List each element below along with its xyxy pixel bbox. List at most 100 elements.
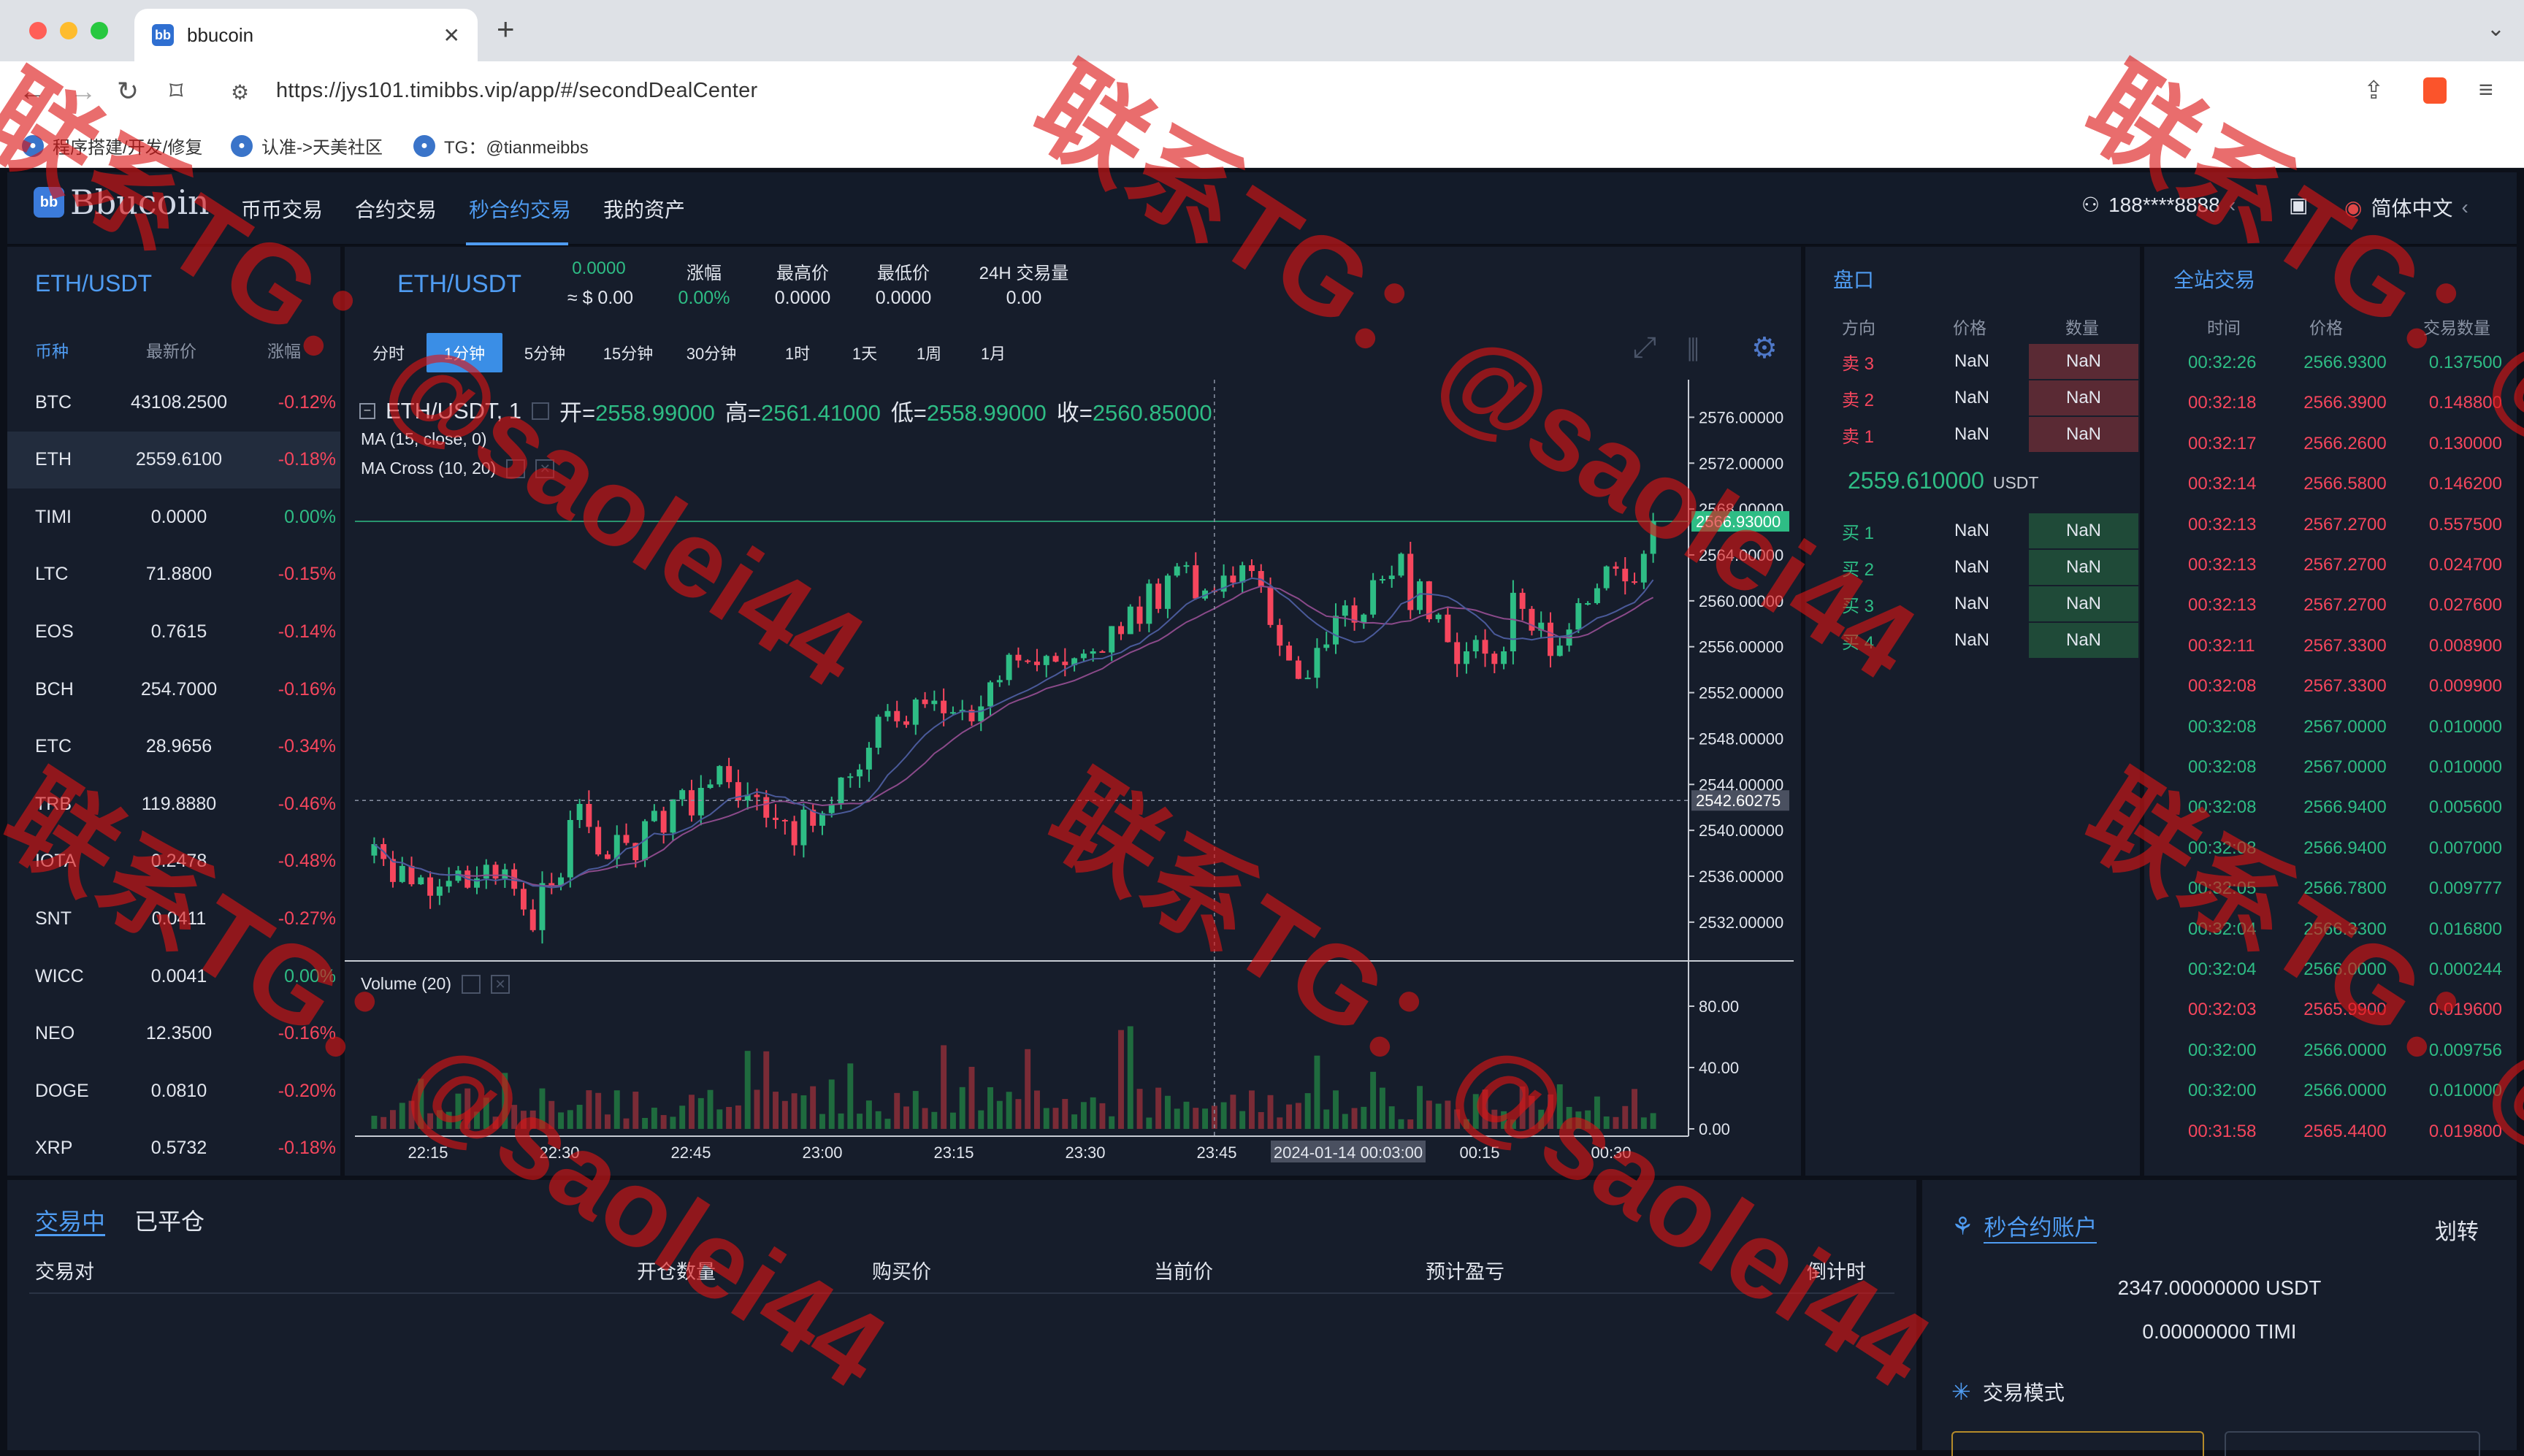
trade-time: 00:32:13 (2188, 514, 2257, 534)
market-row[interactable]: DOGE 0.0810 -0.20% (7, 1062, 340, 1119)
ask-row[interactable]: 卖 1 NaN NaN (1805, 416, 2140, 453)
tab-close-icon[interactable]: ✕ (443, 23, 460, 47)
volume-bar (651, 1107, 657, 1129)
time-tick-label: 23:30 (1065, 1143, 1105, 1162)
candle-body (1463, 651, 1469, 664)
user-menu[interactable]: ⚇ 188****8888 ‹ (2081, 193, 2236, 217)
ma-cross-remove-icon[interactable]: ✕ (535, 459, 555, 478)
fullscreen-icon[interactable]: ⤢ (1633, 332, 1656, 364)
stat-value: 0.00 (1006, 288, 1042, 308)
candlestick-chart[interactable]: 2576.000002572.000002568.000002564.00000… (345, 380, 1801, 1176)
window-maximize-button[interactable] (91, 22, 108, 39)
nav-my-assets[interactable]: 我的资产 (603, 194, 685, 223)
mode-option-left[interactable] (1951, 1431, 2204, 1456)
market-row[interactable]: NEO 12.3500 -0.16% (7, 1005, 340, 1062)
last-price-usd: ≈ $ 0.00 (567, 288, 634, 308)
market-row[interactable]: TRB 119.8880 -0.46% (7, 775, 340, 832)
bookmark-item[interactable]: ● TG：@tianmeibbs (413, 133, 589, 158)
market-row[interactable]: BTC 43108.2500 -0.12% (7, 374, 340, 431)
tab-closed[interactable]: 已平仓 (134, 1203, 204, 1237)
collapse-legend-icon[interactable]: – (359, 402, 375, 419)
bid-row[interactable]: 买 3 NaN NaN (1805, 586, 2140, 622)
volume-bar (959, 1087, 965, 1129)
volume-bar (735, 1105, 741, 1129)
candle-body (1556, 645, 1563, 656)
nav-second-contract[interactable]: 秒合约交易 (469, 194, 571, 223)
market-row[interactable]: ETH 2559.6100 -0.18% (7, 431, 340, 488)
market-row[interactable]: BCH 254.7000 -0.16% (7, 661, 340, 718)
volume-bar (1398, 1119, 1404, 1129)
window-minimize-button[interactable] (60, 22, 77, 39)
volume-bar (1417, 1086, 1423, 1129)
back-icon[interactable]: ← (19, 76, 45, 107)
language-menu[interactable]: ◉ 简体中文 ‹ (2344, 193, 2468, 222)
new-tab-button[interactable]: + (497, 12, 515, 47)
share-icon[interactable]: ⇪ (2363, 76, 2385, 105)
ob-side: 买 2 (1842, 559, 1875, 580)
market-row[interactable]: WICC 0.0041 0.00% (7, 948, 340, 1005)
timeframe-7[interactable]: 1周 (904, 333, 954, 372)
volume-bar (1585, 1110, 1591, 1129)
nav-contract-trading[interactable]: 合约交易 (355, 194, 437, 223)
globe-icon: ◉ (2344, 196, 2363, 219)
ask-row[interactable]: 卖 3 NaN NaN (1805, 343, 2140, 380)
order-book-title: 盘口 (1833, 269, 1875, 291)
market-row[interactable]: ETC 28.9656 -0.34% (7, 719, 340, 775)
volume-remove-icon[interactable]: ✕ (491, 974, 510, 994)
timeframe-2[interactable]: 5分钟 (514, 333, 575, 372)
window-close-button[interactable] (29, 22, 47, 39)
market-row[interactable]: TIMI 0.0000 0.00% (7, 488, 340, 545)
volume-bar (1640, 1117, 1647, 1129)
browser-tab[interactable]: bb bbucoin ✕ (134, 9, 478, 61)
bid-row[interactable]: 买 1 NaN NaN (1805, 513, 2140, 549)
trade-time: 00:32:14 (2188, 474, 2257, 494)
legend-settings-icon[interactable] (532, 402, 550, 420)
brave-shield-icon[interactable] (2423, 77, 2447, 104)
volume-bar (1118, 1030, 1124, 1129)
menu-icon[interactable]: ≡ (2479, 76, 2493, 104)
app-logo[interactable]: bb Bbucoin (34, 183, 210, 222)
timeframe-3[interactable]: 15分钟 (593, 333, 663, 372)
timeframe-8[interactable]: 1月 (967, 333, 1020, 372)
nav-spot-trading[interactable]: 币币交易 (241, 194, 323, 223)
indicator-icon[interactable]: ⫼ (1687, 334, 1699, 366)
mode-option-right[interactable] (2225, 1431, 2480, 1456)
address-bar[interactable]: https://jys101.timibbs.vip/app/#/secondD… (276, 79, 758, 103)
market-row[interactable]: EOS 0.7615 -0.14% (7, 603, 340, 660)
trade-time: 00:32:04 (2188, 919, 2257, 939)
ask-row[interactable]: 卖 2 NaN NaN (1805, 380, 2140, 416)
timeframe-5[interactable]: 1时 (770, 333, 825, 372)
price-tick-label: 2532.00000 (1699, 913, 1783, 932)
market-row[interactable]: SNT 0.0411 -0.27% (7, 890, 340, 947)
market-row[interactable]: XRP 0.5732 -0.18% (7, 1120, 340, 1177)
forward-icon[interactable]: → (70, 76, 96, 107)
transfer-button[interactable]: 划转 (2435, 1214, 2479, 1246)
bid-row[interactable]: 买 4 NaN NaN (1805, 622, 2140, 659)
market-row[interactable]: IOTA 0.2478 -0.48% (7, 833, 340, 890)
language-chevron-icon: ‹ (2461, 196, 2468, 218)
bookmark-item[interactable]: ● 认准->天美社区 (231, 133, 383, 158)
volume-bar (1304, 1093, 1311, 1129)
bookmark-item[interactable]: ● 程序搭建/开发/修复 (22, 133, 202, 158)
ma-cross-settings-icon[interactable] (506, 459, 526, 478)
bid-row[interactable]: 买 2 NaN NaN (1805, 549, 2140, 586)
market-symbol: LTC (35, 564, 69, 585)
site-settings-icon[interactable]: ⚙ (231, 80, 249, 104)
tab-trading[interactable]: 交易中 (35, 1203, 105, 1237)
timeframe-1[interactable]: 1分钟 (427, 333, 502, 372)
market-symbol: BTC (35, 391, 72, 413)
timeframe-4[interactable]: 30分钟 (673, 333, 749, 372)
account-title-row: ⚘ 秒合约账户 (1951, 1209, 2097, 1244)
ob-price: NaN (1954, 630, 1989, 650)
volume-settings-icon[interactable] (462, 974, 481, 994)
market-row[interactable]: LTC 71.8800 -0.15% (7, 546, 340, 603)
volume-bar (660, 1115, 667, 1129)
ma-cross-legend: MA Cross (10, 20) ✕ (361, 459, 555, 478)
download-app-icon[interactable]: ▣ (2289, 193, 2308, 217)
timeframe-6[interactable]: 1天 (840, 333, 890, 372)
tab-list-chevron-icon[interactable]: ⌄ (2487, 16, 2505, 42)
chart-settings-icon[interactable]: ⚙ (1751, 332, 1778, 365)
timeframe-0[interactable]: 分时 (362, 333, 415, 372)
bookmark-icon[interactable]: ⌑ (169, 76, 183, 107)
reload-icon[interactable]: ↻ (117, 76, 139, 107)
